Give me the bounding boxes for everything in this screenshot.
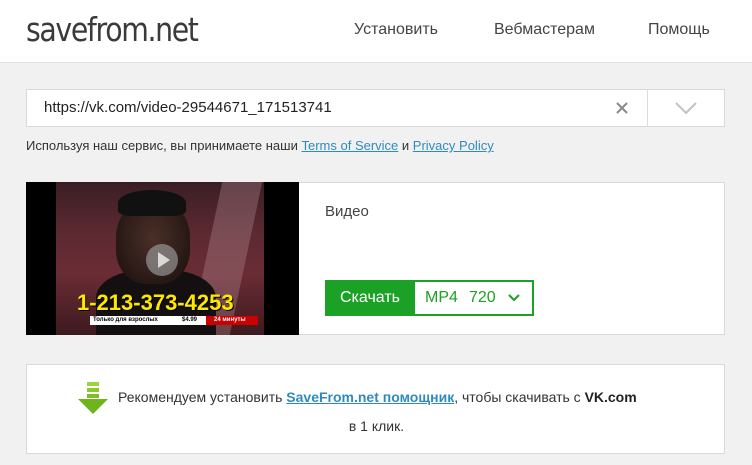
quality-label: 720 xyxy=(469,289,496,306)
recommend-text: Рекомендуем установить SaveFrom.net помо… xyxy=(118,389,637,405)
download-button[interactable]: Скачать xyxy=(325,280,415,316)
recommend-text-1: Рекомендуем установить xyxy=(118,389,287,405)
ticker-red-band: 24 минуты xyxy=(206,316,258,325)
ticker-left-text: Только для взрослых xyxy=(93,317,158,323)
nav-help[interactable]: Помощь xyxy=(648,21,710,39)
thumbnail-ticker: Только для взрослых $4.99 24 минуты xyxy=(90,316,258,325)
terms-notice: Используя наш сервис, вы принимаете наши… xyxy=(26,138,494,153)
thumbnail-figure-cap xyxy=(118,190,186,216)
chevron-down-icon xyxy=(508,294,520,302)
privacy-policy-link[interactable]: Privacy Policy xyxy=(413,138,494,153)
terms-and: и xyxy=(398,138,413,153)
play-icon[interactable] xyxy=(146,244,178,276)
header: savefrom.net Установить Вебмастерам Помо… xyxy=(0,0,752,63)
video-thumbnail[interactable]: 1-213-373-4253 Только для взрослых $4.99… xyxy=(26,182,299,335)
nav-webmasters[interactable]: Вебмастерам xyxy=(494,21,595,39)
site-logo[interactable]: savefrom.net xyxy=(26,10,199,49)
recommend-box: Рекомендуем установить SaveFrom.net помо… xyxy=(26,364,725,454)
chevron-down-icon xyxy=(675,102,697,115)
nav-install[interactable]: Установить xyxy=(354,21,438,39)
helper-install-link[interactable]: SaveFrom.net помощник xyxy=(286,389,454,405)
ticker-price-text: $4.99 xyxy=(182,317,198,323)
format-label: MP4 xyxy=(425,289,458,306)
video-title: Видео xyxy=(325,203,369,220)
result-card: 1-213-373-4253 Только для взрослых $4.99… xyxy=(26,182,725,335)
download-arrow-icon xyxy=(78,382,108,414)
url-input-value[interactable]: https://vk.com/video-29544671_171513741 xyxy=(44,99,332,116)
recommend-text-line2: в 1 клик. xyxy=(348,418,405,434)
thumbnail-phone-text: 1-213-373-4253 xyxy=(77,290,234,315)
clear-icon[interactable] xyxy=(611,97,633,119)
url-input[interactable]: https://vk.com/video-29544671_171513741 xyxy=(26,89,725,127)
terms-of-service-link[interactable]: Terms of Service xyxy=(301,138,398,153)
format-select[interactable]: MP4 720 xyxy=(415,280,534,316)
ticker-right-text: 24 минуты xyxy=(214,317,246,323)
terms-prefix: Используя наш сервис, вы принимаете наши xyxy=(26,138,302,153)
recommend-site: VK.com xyxy=(584,389,637,405)
submit-button[interactable] xyxy=(648,90,724,126)
recommend-text-2: , чтобы скачивать с xyxy=(454,389,585,405)
